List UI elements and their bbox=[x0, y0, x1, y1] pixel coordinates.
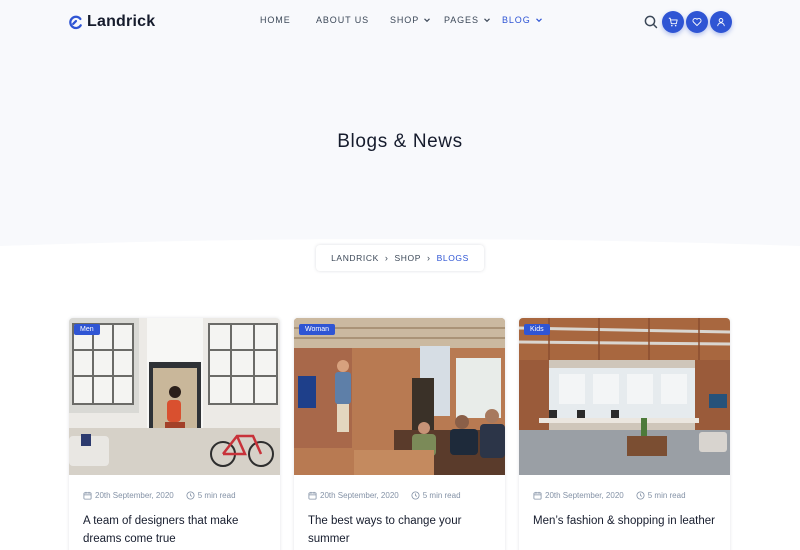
blog-card[interactable]: Men 20th September, 2020 5 min read A te… bbox=[69, 318, 280, 550]
post-date: 20th September, 2020 bbox=[320, 491, 399, 500]
clock-icon bbox=[636, 491, 645, 500]
blog-image-office-booth[interactable] bbox=[69, 318, 280, 475]
chevron-down-icon bbox=[424, 18, 431, 23]
nav-pages[interactable]: PAGES bbox=[444, 15, 491, 25]
chevron-down-icon bbox=[483, 18, 490, 23]
post-date: 20th September, 2020 bbox=[545, 491, 624, 500]
cart-icon bbox=[668, 17, 678, 27]
search-icon[interactable] bbox=[642, 13, 660, 31]
nav-home-label: HOME bbox=[260, 15, 291, 25]
chevron-right-icon: › bbox=[384, 253, 389, 263]
nav-about-us[interactable]: ABOUT US bbox=[316, 15, 369, 25]
top-navbar: Landrick HOME ABOUT US SHOP PAGES BLOG bbox=[0, 0, 800, 44]
blog-card[interactable]: Kids 20th September, 2020 5 min read Men… bbox=[519, 318, 730, 550]
blog-image-open-office[interactable] bbox=[519, 318, 730, 475]
post-read-time: 5 min read bbox=[422, 491, 461, 500]
category-badge[interactable]: Men bbox=[74, 324, 100, 335]
clock-icon bbox=[186, 491, 195, 500]
account-button[interactable] bbox=[710, 11, 732, 33]
post-meta: 20th September, 2020 5 min read bbox=[83, 491, 236, 500]
category-badge[interactable]: Woman bbox=[299, 324, 335, 335]
nav-about-us-label: ABOUT US bbox=[316, 15, 370, 25]
chevron-down-icon bbox=[535, 18, 542, 23]
breadcrumb-item-landrick[interactable]: LANDRICK bbox=[331, 253, 379, 263]
nav-blog-label: BLOG bbox=[502, 15, 531, 25]
post-meta: 20th September, 2020 5 min read bbox=[533, 491, 686, 500]
calendar-icon bbox=[83, 491, 92, 500]
post-meta: 20th September, 2020 5 min read bbox=[308, 491, 461, 500]
user-icon bbox=[717, 18, 725, 27]
wishlist-button[interactable] bbox=[686, 11, 708, 33]
calendar-icon bbox=[533, 491, 542, 500]
landrick-logo-icon bbox=[69, 15, 82, 29]
nav-home[interactable]: HOME bbox=[260, 15, 291, 25]
calendar-icon bbox=[308, 491, 317, 500]
post-date: 20th September, 2020 bbox=[95, 491, 174, 500]
nav-shop[interactable]: SHOP bbox=[390, 15, 431, 25]
breadcrumb: LANDRICK › SHOP › BLOGS bbox=[316, 245, 484, 271]
nav-shop-label: SHOP bbox=[390, 15, 420, 25]
category-badge[interactable]: Kids bbox=[524, 324, 550, 335]
nav-pages-label: PAGES bbox=[444, 15, 479, 25]
heart-icon bbox=[692, 17, 702, 27]
page-title: Blogs & News bbox=[337, 131, 463, 152]
blog-card[interactable]: Woman 20th September, 2020 5 min read Th… bbox=[294, 318, 505, 550]
cart-button[interactable] bbox=[662, 11, 684, 33]
post-read-time: 5 min read bbox=[647, 491, 686, 500]
chevron-right-icon: › bbox=[427, 253, 431, 263]
blog-image-office-presentation[interactable] bbox=[294, 318, 505, 475]
nav-blog[interactable]: BLOG bbox=[502, 15, 543, 25]
post-read-time: 5 min read bbox=[197, 491, 236, 500]
breadcrumb-item-shop[interactable]: SHOP bbox=[395, 253, 422, 263]
brand-name: Landrick bbox=[87, 13, 156, 30]
breadcrumb-item-blogs: BLOGS bbox=[436, 253, 469, 263]
post-title[interactable]: Men’s fashion & shopping in leather bbox=[533, 512, 718, 530]
post-title[interactable]: The best ways to change your summer bbox=[308, 512, 493, 548]
post-title[interactable]: A team of designers that make dreams com… bbox=[83, 512, 268, 548]
clock-icon bbox=[411, 491, 420, 500]
brand-logo[interactable]: Landrick bbox=[68, 10, 155, 34]
